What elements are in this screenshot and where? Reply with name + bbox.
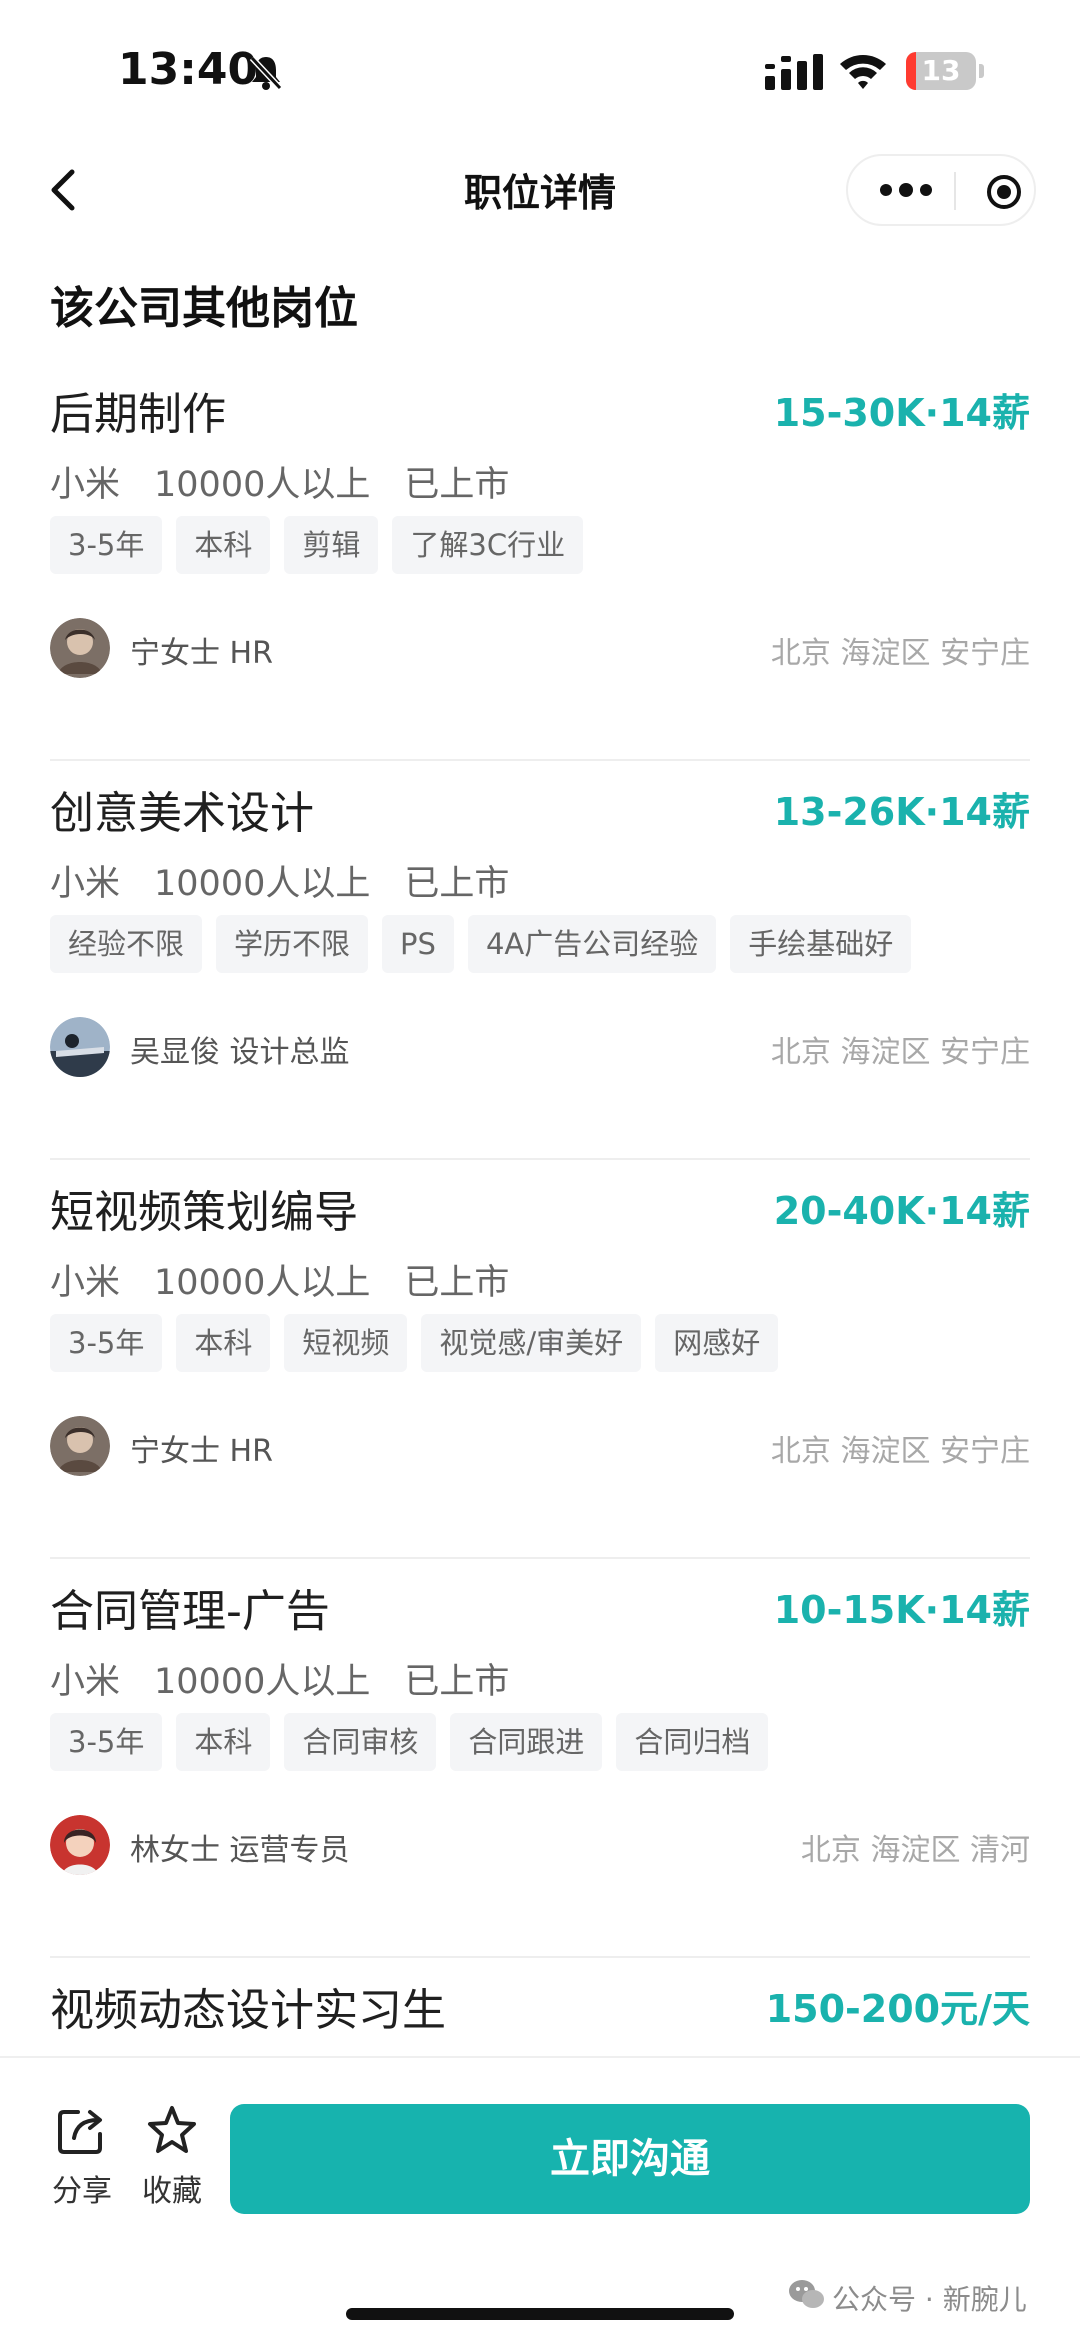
job-tag: 学历不限 <box>216 915 369 973</box>
recruiter-name: 宁女士 HR <box>130 1434 273 1469</box>
recruiter-row: 宁女士 HR 北京 海淀区 安宁庄 <box>50 1416 1030 1476</box>
tag-list: 3-5年 本科 剪辑 了解3C行业 <box>50 516 584 574</box>
chat-now-button[interactable]: 立即沟通 <box>230 2104 1030 2214</box>
recruiter-avatar <box>50 1815 110 1875</box>
company-name: 小米 <box>50 465 121 505</box>
card-divider <box>50 1956 1030 1958</box>
company-name: 小米 <box>50 864 121 904</box>
section-title: 该公司其他岗位 <box>50 283 358 334</box>
company-size: 10000人以上 <box>154 1263 371 1303</box>
job-tag: 经验不限 <box>50 915 203 973</box>
card-divider <box>50 1158 1030 1160</box>
close-target-icon[interactable] <box>986 174 1022 210</box>
wifi-icon <box>840 55 886 89</box>
job-tag: 手绘基础好 <box>730 915 912 973</box>
job-tag: 了解3C行业 <box>392 516 584 574</box>
favorite-label: 收藏 <box>142 2174 202 2209</box>
company-info: 小米 10000人以上 已上市 <box>50 456 543 507</box>
recruiter-row: 吴显俊 设计总监 北京 海淀区 安宁庄 <box>50 1017 1030 1077</box>
company-name: 小米 <box>50 1662 121 1702</box>
bell-muted-icon <box>249 55 283 91</box>
status-time: 13:40 <box>118 44 259 95</box>
favorite-button[interactable]: 收藏 <box>140 2104 204 2210</box>
job-tag: 3-5年 <box>50 516 163 574</box>
job-title: 视频动态设计实习生 <box>50 1985 446 2036</box>
job-salary: 10-15K·14薪 <box>773 1588 1030 1632</box>
job-tag: 3-5年 <box>50 1314 163 1372</box>
job-salary: 15-30K·14薪 <box>773 391 1030 435</box>
recruiter-avatar <box>50 1416 110 1476</box>
recruiter-row: 林女士 运营专员 北京 海淀区 清河 <box>50 1815 1030 1875</box>
battery-level: 13 <box>921 54 961 87</box>
share-icon <box>58 2110 102 2154</box>
watermark-text: 公众号 · 新腕儿 <box>832 2283 1027 2316</box>
mini-program-capsule <box>846 154 1036 226</box>
job-title: 合同管理-广告 <box>50 1586 330 1637</box>
job-title: 短视频策划编导 <box>50 1187 358 1238</box>
job-card[interactable]: 后期制作 15-30K·14薪 小米 10000人以上 已上市 3-5年 本科 剪辑… <box>50 378 1030 778</box>
company-size: 10000人以上 <box>154 864 371 904</box>
company-stage: 已上市 <box>404 864 510 904</box>
job-tag: PS <box>382 915 454 973</box>
job-tag: 合同审核 <box>284 1713 437 1771</box>
job-tag: 本科 <box>176 516 271 574</box>
recruiter-name: 吴显俊 设计总监 <box>130 1035 350 1070</box>
job-salary: 20-40K·14薪 <box>773 1189 1030 1233</box>
job-location: 北京 海淀区 清河 <box>800 1833 1030 1868</box>
job-salary: 150-200元/天 <box>765 1987 1030 2031</box>
job-tag: 短视频 <box>284 1314 408 1372</box>
recruiter-name: 宁女士 HR <box>130 636 273 671</box>
battery-icon: 13 <box>906 52 986 92</box>
job-title: 后期制作 <box>50 389 226 440</box>
share-label: 分享 <box>52 2174 112 2209</box>
company-info: 小米 10000人以上 已上市 <box>50 855 543 906</box>
job-title: 创意美术设计 <box>50 788 314 839</box>
company-info: 小米 10000人以上 已上市 <box>50 1254 543 1305</box>
company-name: 小米 <box>50 1263 121 1303</box>
job-location: 北京 海淀区 安宁庄 <box>770 1035 1030 1070</box>
job-tag: 本科 <box>176 1314 271 1372</box>
cellular-signal-icon <box>765 54 823 90</box>
tag-list: 3-5年 本科 短视频 视觉感/审美好 网感好 <box>50 1314 779 1372</box>
job-tag: 合同跟进 <box>450 1713 603 1771</box>
job-location: 北京 海淀区 安宁庄 <box>770 1434 1030 1469</box>
company-stage: 已上市 <box>404 1263 510 1303</box>
company-size: 10000人以上 <box>154 1662 371 1702</box>
recruiter-avatar <box>50 1017 110 1077</box>
recruiter-row: 宁女士 HR 北京 海淀区 安宁庄 <box>50 618 1030 678</box>
company-stage: 已上市 <box>404 465 510 505</box>
card-divider <box>50 1557 1030 1559</box>
job-tag: 3-5年 <box>50 1713 163 1771</box>
tag-list: 经验不限 学历不限 PS 4A广告公司经验 手绘基础好 <box>50 915 912 973</box>
job-card[interactable]: 短视频策划编导 20-40K·14薪 小米 10000人以上 已上市 3-5年 本科… <box>50 1176 1030 1576</box>
more-dots-icon[interactable] <box>878 178 934 202</box>
job-card[interactable]: 创意美术设计 13-26K·14薪 小米 10000人以上 已上市 经验不限 学历不… <box>50 777 1030 1177</box>
job-tag: 视觉感/审美好 <box>421 1314 642 1372</box>
nav-bar: 职位详情 <box>0 140 1080 240</box>
share-button[interactable]: 分享 <box>50 2104 114 2210</box>
recruiter-avatar <box>50 618 110 678</box>
job-tag: 本科 <box>176 1713 271 1771</box>
company-size: 10000人以上 <box>154 465 371 505</box>
recruiter-name: 林女士 运营专员 <box>130 1833 350 1868</box>
home-indicator <box>346 2308 734 2320</box>
company-stage: 已上市 <box>404 1662 510 1702</box>
job-tag: 4A广告公司经验 <box>467 915 717 973</box>
wechat-logo-icon <box>789 2280 824 2308</box>
job-card[interactable]: 视频动态设计实习生 150-200元/天 <box>50 1974 1030 2054</box>
job-location: 北京 海淀区 安宁庄 <box>770 636 1030 671</box>
job-tag: 剪辑 <box>284 516 379 574</box>
star-icon <box>148 2106 196 2153</box>
status-bar: 13:40 13 <box>0 0 1080 140</box>
card-divider <box>50 759 1030 761</box>
job-tag: 网感好 <box>655 1314 779 1372</box>
job-salary: 13-26K·14薪 <box>773 790 1030 834</box>
job-tag: 合同归档 <box>616 1713 769 1771</box>
capsule-divider <box>954 172 956 210</box>
company-info: 小米 10000人以上 已上市 <box>50 1653 543 1704</box>
job-card[interactable]: 合同管理-广告 10-15K·14薪 小米 10000人以上 已上市 3-5年 本科… <box>50 1575 1030 1975</box>
tag-list: 3-5年 本科 合同审核 合同跟进 合同归档 <box>50 1713 769 1771</box>
